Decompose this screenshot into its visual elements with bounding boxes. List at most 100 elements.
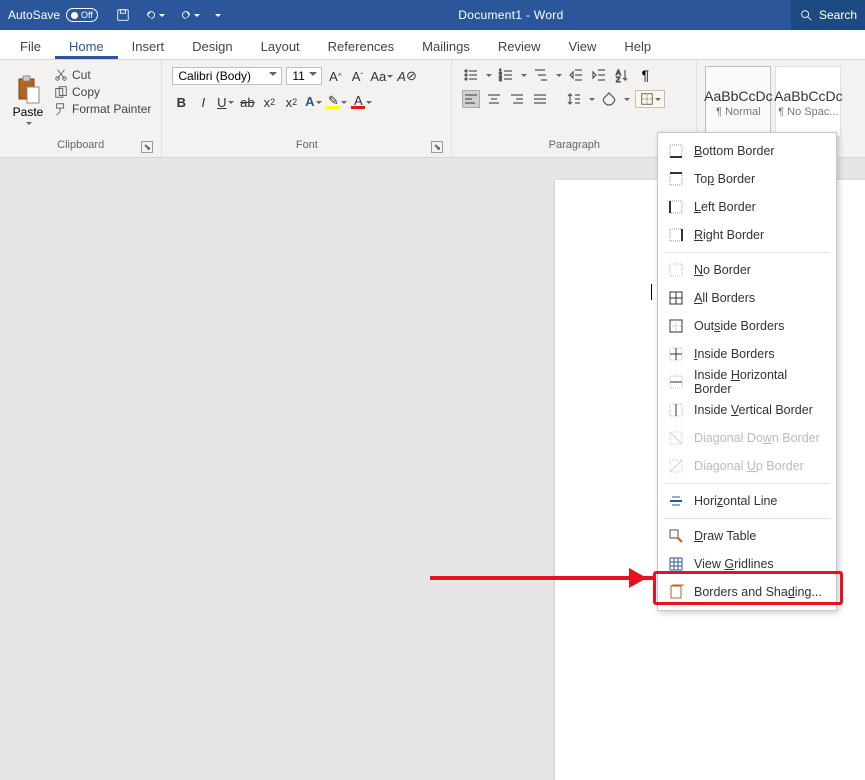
cut-button[interactable]: Cut — [54, 68, 151, 82]
svg-text:3: 3 — [499, 77, 502, 83]
document-title: Document1 - Word — [231, 8, 791, 22]
copy-icon — [54, 85, 68, 99]
change-case-button[interactable]: Aa — [370, 66, 393, 86]
border-inside-h-icon — [668, 374, 684, 390]
callout-arrow — [430, 576, 655, 580]
decrease-font-button[interactable]: Aˇ — [348, 66, 366, 86]
align-center-icon — [486, 91, 502, 107]
borders-icon — [640, 92, 654, 106]
menu-view-gridlines[interactable]: View Gridlines — [658, 550, 836, 578]
menu-bottom-border[interactable]: Bottom Border — [658, 137, 836, 165]
tab-insert[interactable]: Insert — [118, 33, 179, 59]
border-inside-v-icon — [668, 402, 684, 418]
increase-font-button[interactable]: A^ — [326, 66, 344, 86]
borders-button[interactable] — [635, 90, 665, 108]
menu-borders-and-shading[interactable]: Borders and Shading... — [658, 578, 836, 606]
tab-help[interactable]: Help — [610, 33, 665, 59]
tab-layout[interactable]: Layout — [247, 33, 314, 59]
style-normal[interactable]: AaBbCcDc ¶ Normal — [705, 66, 771, 137]
increase-indent-button[interactable] — [590, 66, 608, 84]
superscript-button[interactable]: x2 — [282, 92, 300, 112]
menu-horizontal-line[interactable]: Horizontal Line — [658, 487, 836, 515]
style-no-spacing[interactable]: AaBbCcDc ¶ No Spac... — [775, 66, 841, 137]
tab-review[interactable]: Review — [484, 33, 555, 59]
outdent-icon — [568, 67, 584, 83]
font-size-combo[interactable]: 11 — [286, 67, 322, 85]
menu-inside-vertical-border[interactable]: Inside Vertical Border — [658, 396, 836, 424]
menu-no-border[interactable]: No Border — [658, 256, 836, 284]
align-left-icon — [463, 91, 479, 107]
multilevel-icon — [533, 67, 549, 83]
strikethrough-button[interactable]: ab — [238, 92, 256, 112]
undo-button[interactable] — [144, 8, 165, 22]
align-center-button[interactable] — [485, 90, 503, 108]
bullets-icon — [463, 67, 479, 83]
align-left-button[interactable] — [462, 90, 480, 108]
border-left-icon — [668, 199, 684, 215]
search-box[interactable]: Search — [791, 0, 865, 30]
sort-icon: AZ — [614, 67, 630, 83]
menu-outside-borders[interactable]: Outside Borders — [658, 312, 836, 340]
justify-icon — [532, 91, 548, 107]
qat-customize-icon[interactable] — [215, 14, 221, 20]
border-diag-down-icon — [668, 430, 684, 446]
copy-button[interactable]: Copy — [54, 85, 151, 99]
paste-icon — [15, 75, 41, 105]
menu-inside-borders[interactable]: Inside Borders — [658, 340, 836, 368]
text-effects-button[interactable]: A — [304, 92, 322, 112]
underline-button[interactable]: U — [216, 92, 234, 112]
italic-button[interactable]: I — [194, 92, 212, 112]
show-marks-button[interactable]: ¶ — [636, 66, 654, 84]
text-cursor — [651, 284, 652, 300]
title-bar: AutoSave Off Document1 - Word Search — [0, 0, 865, 30]
clear-formatting-button[interactable]: A⊘ — [397, 66, 417, 86]
shading-icon — [601, 91, 617, 107]
paste-button[interactable]: Paste — [6, 64, 50, 139]
highlight-button[interactable]: ✎ — [326, 92, 347, 112]
autosave-toggle[interactable]: AutoSave Off — [0, 8, 106, 22]
border-bottom-icon — [668, 143, 684, 159]
font-color-button[interactable]: A — [351, 92, 372, 112]
bold-button[interactable]: B — [172, 92, 190, 112]
tab-references[interactable]: References — [314, 33, 408, 59]
justify-button[interactable] — [531, 90, 549, 108]
redo-button[interactable] — [179, 8, 200, 22]
tab-design[interactable]: Design — [178, 33, 246, 59]
clipboard-launcher-icon[interactable]: ⬊ — [141, 141, 153, 153]
gridlines-icon — [668, 556, 684, 572]
sort-button[interactable]: AZ — [613, 66, 631, 84]
tab-mailings[interactable]: Mailings — [408, 33, 484, 59]
format-painter-icon — [54, 102, 68, 116]
border-none-icon — [668, 262, 684, 278]
menu-inside-horizontal-border[interactable]: Inside Horizontal Border — [658, 368, 836, 396]
bullets-button[interactable] — [462, 66, 480, 84]
align-right-icon — [509, 91, 525, 107]
decrease-indent-button[interactable] — [567, 66, 585, 84]
line-spacing-button[interactable] — [565, 90, 583, 108]
menu-right-border[interactable]: Right Border — [658, 221, 836, 249]
numbering-button[interactable]: 123 — [497, 66, 515, 84]
tab-view[interactable]: View — [554, 33, 610, 59]
redo-icon — [179, 8, 193, 22]
border-all-icon — [668, 290, 684, 306]
align-right-button[interactable] — [508, 90, 526, 108]
horizontal-line-icon — [668, 493, 684, 509]
quick-access-toolbar — [106, 8, 231, 22]
multilevel-list-button[interactable] — [532, 66, 550, 84]
shading-button[interactable] — [600, 90, 618, 108]
menu-top-border[interactable]: Top Border — [658, 165, 836, 193]
tab-home[interactable]: Home — [55, 33, 118, 59]
save-icon[interactable] — [116, 8, 130, 22]
menu-all-borders[interactable]: All Borders — [658, 284, 836, 312]
menu-left-border[interactable]: Left Border — [658, 193, 836, 221]
format-painter-button[interactable]: Format Painter — [54, 102, 151, 116]
draw-table-icon — [668, 528, 684, 544]
indent-icon — [591, 67, 607, 83]
tab-file[interactable]: File — [6, 33, 55, 59]
ribbon-tabs: File Home Insert Design Layout Reference… — [0, 30, 865, 60]
border-top-icon — [668, 171, 684, 187]
menu-draw-table[interactable]: Draw Table — [658, 522, 836, 550]
font-family-combo[interactable]: Calibri (Body) — [172, 67, 282, 85]
subscript-button[interactable]: x2 — [260, 92, 278, 112]
font-launcher-icon[interactable]: ⬊ — [431, 141, 443, 153]
